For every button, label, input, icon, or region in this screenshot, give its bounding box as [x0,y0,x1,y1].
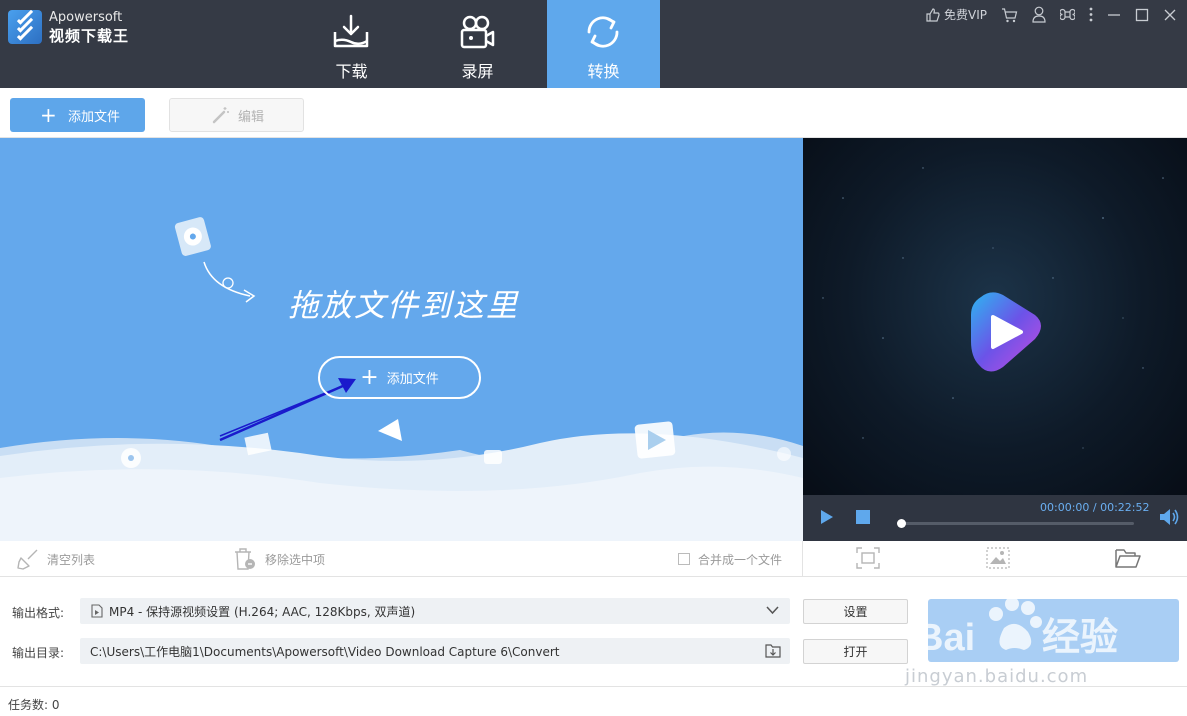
logo-icon [8,10,42,44]
tab-record[interactable]: 录屏 [421,0,534,88]
clear-list-label: 清空列表 [47,552,96,567]
drop-add-file-button[interactable]: + 添加文件 [318,356,481,399]
add-file-button[interactable]: + 添加文件 [10,98,145,132]
broom-icon [17,549,38,570]
vip-label: 免费VIP [944,8,987,22]
drop-hint: 拖放文件到这里 [288,288,519,324]
output-format-label: 输出格式: [12,606,65,620]
svg-text:经验: 经验 [1042,617,1118,659]
drop-zone-illustration [0,217,803,541]
output-format-value: MP4 - 保持源视频设置 (H.264; AAC, 128Kbps, 双声道) [109,604,416,619]
task-count: 任务数: 0 [8,698,60,712]
tab-convert-label: 转换 [587,62,620,81]
toolbar: + 添加文件 编辑 [0,88,1187,138]
output-format-select[interactable]: MP4 - 保持源视频设置 (H.264; AAC, 128Kbps, 双声道) [80,598,790,624]
drop-zone[interactable]: 拖放文件到这里 + 添加文件 [0,138,803,541]
add-file-label: 添加文件 [68,109,121,125]
settings-button[interactable]: 设置 [803,599,908,624]
status-bar: 任务数: 0 [0,686,1187,716]
tab-download[interactable]: 下载 [295,0,408,88]
merge-files-checkbox[interactable]: 合并成一个文件 [678,541,782,577]
user-button[interactable] [1032,6,1046,23]
maximize-button[interactable] [1135,8,1149,22]
open-folder-button[interactable]: 打开 [803,639,908,664]
app-logo: Apowersoft 视频下载王 [8,10,129,46]
watermark-url: jingyan.baidu.com [905,666,1089,687]
play-icon[interactable] [820,509,834,525]
merge-files-label: 合并成一个文件 [698,552,783,567]
title-bar: Apowersoft 视频下载王 下载 录屏 转换 免费VIP [0,0,1187,88]
thumbs-up-icon [926,7,940,22]
volume-icon[interactable] [1159,508,1181,526]
video-file-icon [91,604,103,618]
trash-icon [235,548,255,570]
more-button[interactable] [1089,7,1093,22]
download-icon [333,14,369,48]
tab-download-label: 下载 [335,62,368,81]
stop-icon[interactable] [856,510,870,524]
command-icon [1060,8,1075,21]
drop-add-file-label: 添加文件 [386,372,439,387]
clear-list-button[interactable]: 清空列表 [17,541,95,577]
brand-name-en: Apowersoft [49,10,123,25]
list-actions-bar: 清空列表 移除选中项 合并成一个文件 [0,541,803,577]
edit-button[interactable]: 编辑 [169,98,304,132]
output-dir-label: 输出目录: [12,646,65,660]
preview-actions-bar [803,541,1187,577]
brand-name-cn: 视频下载王 [49,27,130,45]
minimize-button[interactable] [1107,8,1121,22]
cart-icon [1002,7,1018,22]
cart-button[interactable] [1001,7,1018,23]
output-dir-value: C:\Users\工作电脑1\Documents\Apowersoft\Vide… [90,644,560,659]
svg-text:Bai: Bai [916,617,975,659]
close-button[interactable] [1163,8,1177,22]
camera-icon [460,15,495,49]
window-controls: 免费VIP [911,6,1177,23]
tab-convert[interactable]: 转换 [547,0,660,88]
play-logo-icon [971,292,1041,372]
folder-open-icon[interactable] [1115,547,1141,569]
plus-icon: + [360,364,379,390]
merge-checkbox-box[interactable] [678,553,690,565]
chevron-down-icon [766,606,779,615]
screenshot-icon[interactable] [856,547,880,569]
seek-handle[interactable] [897,519,906,528]
vip-button[interactable]: 免费VIP [925,6,987,23]
command-button[interactable] [1060,7,1075,22]
remove-selected-button[interactable]: 移除选中项 [233,541,325,577]
magic-wand-icon [212,107,229,124]
maximize-icon [1135,8,1149,21]
folder-browse-icon[interactable] [765,643,781,658]
minimize-icon [1108,13,1120,16]
video-preview [803,138,1187,495]
convert-icon [587,16,619,48]
plus-icon: + [40,103,57,127]
output-dir-field[interactable]: C:\Users\工作电脑1\Documents\Apowersoft\Vide… [80,638,790,664]
tab-record-label: 录屏 [461,62,494,81]
time-display: 00:00:00 / 00:22:52 [1040,501,1150,514]
seek-bar[interactable] [897,519,1134,528]
image-icon[interactable] [986,547,1010,569]
remove-selected-label: 移除选中项 [265,552,326,567]
more-icon [1089,7,1093,22]
player-controls: 00:00:00 / 00:22:52 [803,495,1187,541]
close-icon [1164,9,1176,20]
user-icon [1032,6,1046,23]
edit-label: 编辑 [238,109,265,125]
